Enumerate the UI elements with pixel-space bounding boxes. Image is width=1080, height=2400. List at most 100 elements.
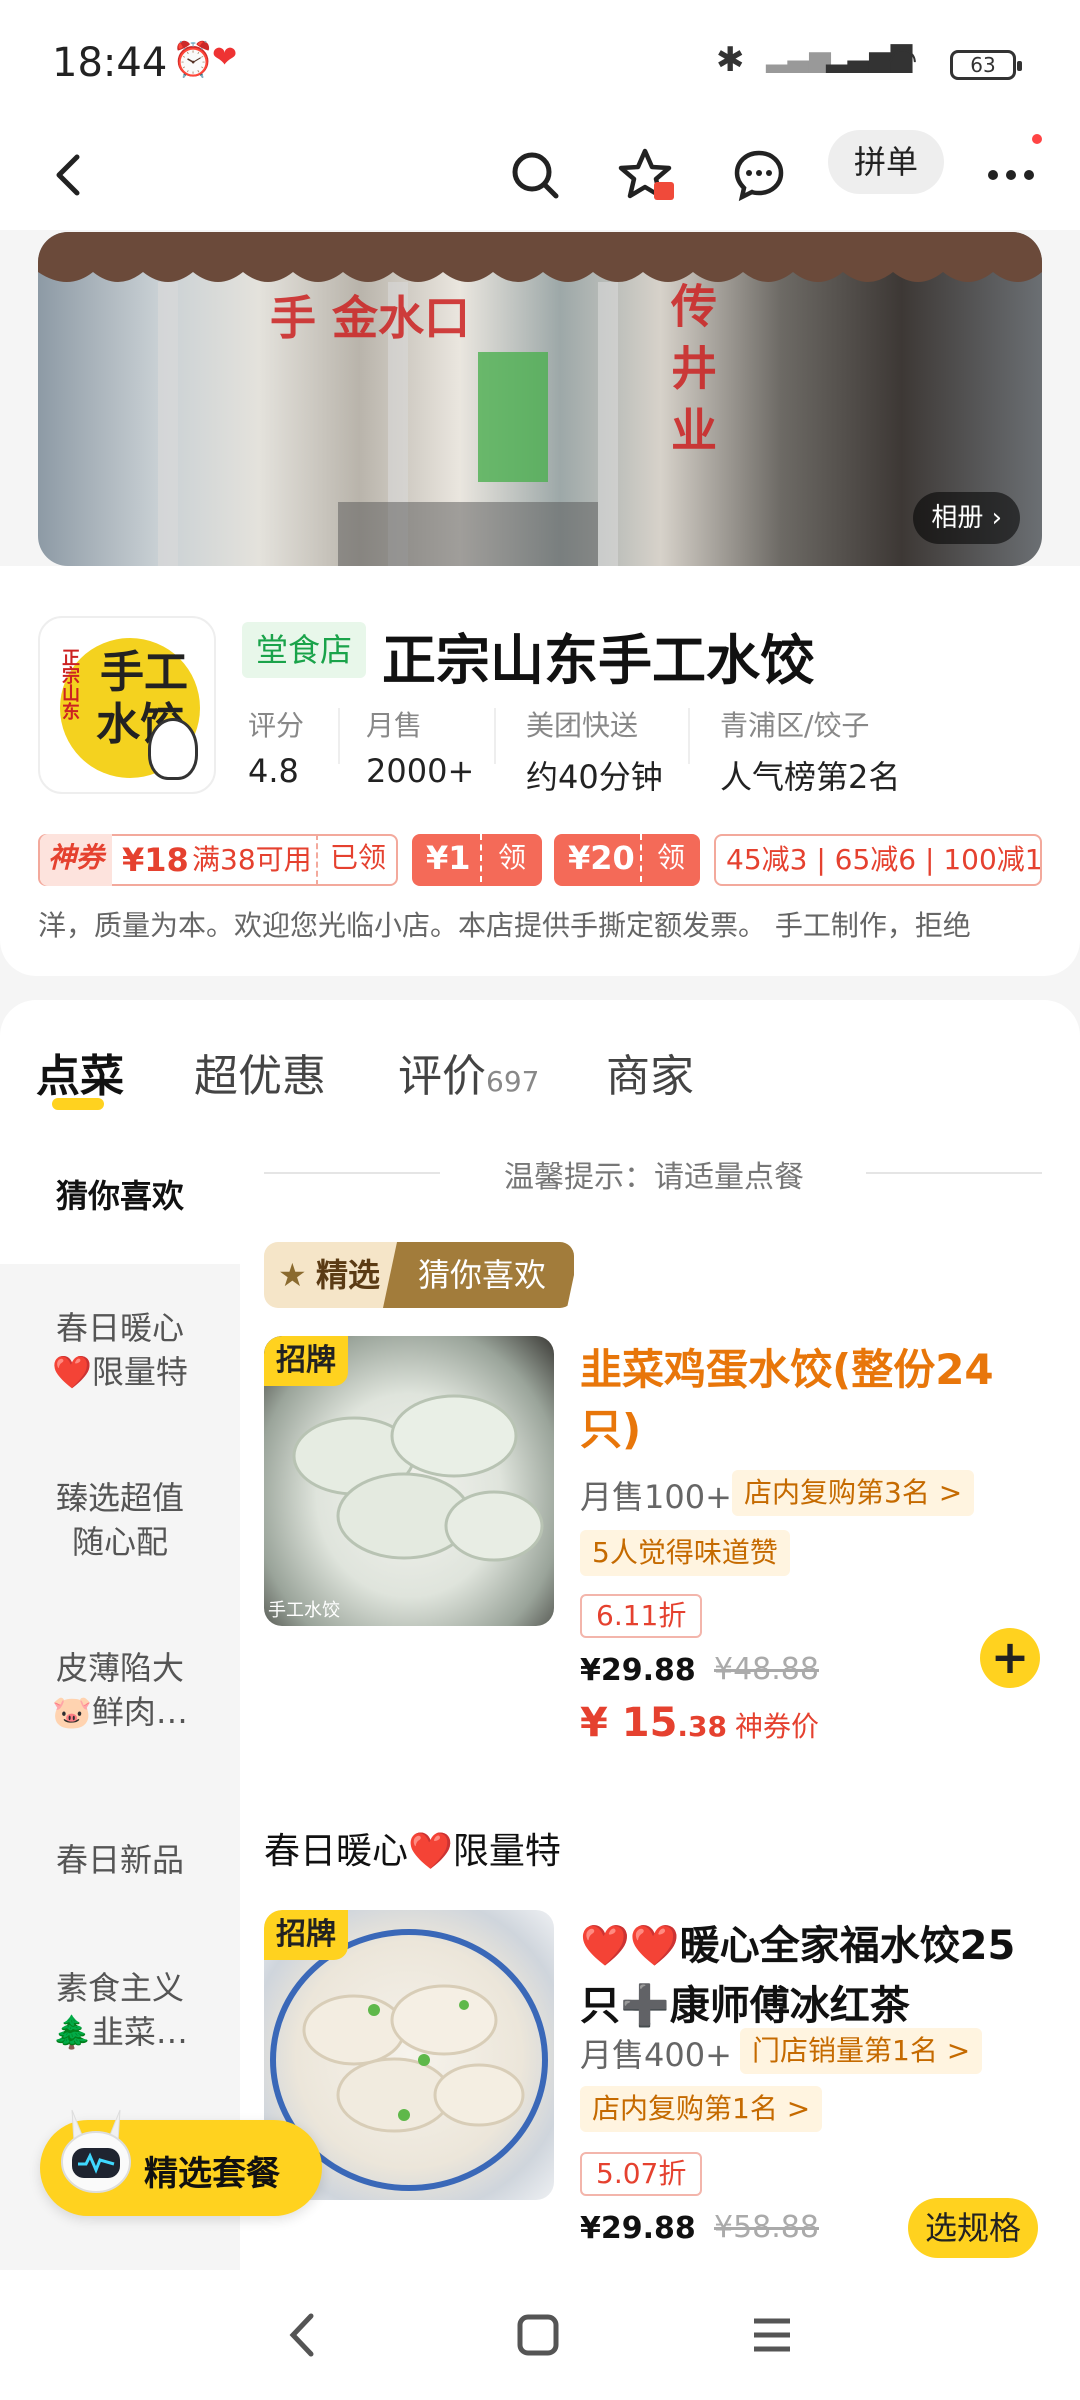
coupon-2[interactable]: ¥20 领 (554, 834, 700, 886)
dish2-original-price: ¥58.88 (714, 2210, 819, 2245)
dish1-original-price: ¥48.88 (714, 1652, 819, 1687)
shop-logo: 手工 水饺 正宗山东 (38, 616, 216, 794)
back-icon[interactable] (34, 140, 104, 210)
select-spec-button[interactable]: 选规格 (908, 2198, 1038, 2258)
featured-combo-label: 精选套餐 (144, 2154, 280, 2194)
dish1-discount: 6.11折 (580, 1594, 703, 1638)
sidebar-item-label: 皮薄陷大 (55, 1649, 184, 1687)
dish1-sold: 月售100+ (580, 1478, 732, 1516)
coupon-2-action: 领 (640, 834, 700, 882)
status-time: 18:44 (52, 40, 168, 86)
sidebar-item-guess[interactable]: 猜你喜欢 (0, 1120, 240, 1264)
sidebar-item-vegetarian[interactable]: 素食主义 🌲韭菜… (0, 1966, 240, 2054)
tab-order[interactable]: 点菜 (36, 1040, 124, 1104)
sidebar-item-label-2: ❤️限量特 (52, 1353, 188, 1391)
shenquan-state: 已领 (316, 834, 398, 886)
section-title-spring: 春日暖心❤️限量特 (264, 1831, 561, 1872)
stat-ranking-label: 青浦区/饺子 (720, 709, 870, 742)
top-nav-bar: 拼单 (0, 120, 1080, 230)
search-icon[interactable] (500, 140, 570, 210)
dish2-rank-repurchase[interactable]: 店内复购第1名 > (580, 2086, 823, 2132)
sidebar-item-new[interactable]: 春日新品 (0, 1838, 240, 1882)
dish1-watermark: 手工水饺 (268, 1600, 340, 1621)
stat-rating-value: 4.8 (248, 752, 299, 790)
store-banner-image[interactable]: 手 金水口 传 井 业 相册 › (38, 232, 1042, 566)
dish1-title[interactable]: 韭菜鸡蛋水饺(整份24只) (580, 1340, 1040, 1460)
wifi-icon: ◠ (888, 40, 918, 80)
dish1-price: ¥29.88 (580, 1653, 696, 1688)
tab-deals[interactable]: 超优惠 (194, 1040, 326, 1104)
chef-icon (148, 718, 198, 780)
app-notification-icon: ❤ (212, 40, 238, 75)
system-menu-icon[interactable] (732, 2300, 812, 2370)
sidebar-item-label: 春日新品 (55, 1841, 184, 1879)
status-bar: 18:44 ⏰ ❤ ✱ ▂▃▅ ▂▃▅▇ ◠ 63 (0, 0, 1080, 120)
system-back-icon[interactable] (262, 2300, 342, 2370)
tab-merchant[interactable]: 商家 (606, 1040, 694, 1104)
stat-sales-value: 2000+ (366, 752, 475, 790)
coupon-1-action: 领 (480, 834, 542, 882)
sidebar-item-label-2: 🐷鲜肉… (52, 1693, 188, 1731)
sidebar-item-value[interactable]: 臻选超值 随心配 (0, 1476, 240, 1564)
sidebar-item-label: 猜你喜欢 (55, 1177, 184, 1215)
sidebar-item-label: 素食主义 (55, 1969, 184, 2007)
coupon-1[interactable]: ¥1 领 (412, 834, 542, 886)
album-button[interactable]: 相册 › (913, 492, 1020, 544)
sidebar-item-label-2: 随心配 (71, 1523, 168, 1561)
full-reduction-discounts[interactable]: 45减3 | 65减6 | 100减15 | (714, 834, 1042, 886)
dish2-sold: 月售400+ (580, 2036, 732, 2074)
banner-sign-left: 手 金水口 (270, 291, 471, 345)
alarm-icon: ⏰ (172, 40, 215, 80)
sidebar-item-pork[interactable]: 皮薄陷大 🐷鲜肉… (0, 1646, 240, 1734)
coupon-1-amount: ¥1 (426, 839, 471, 877)
system-home-icon[interactable] (498, 2300, 578, 2370)
dish1-image[interactable]: 招牌 手工水饺 (264, 1336, 554, 1626)
category-sidebar: 猜你喜欢 春日暖心 ❤️限量特 臻选超值 随心配 皮薄陷大 🐷鲜肉… 春日新品 … (0, 1120, 240, 2270)
favorite-star-icon[interactable] (612, 140, 682, 210)
dish2-rank-sales[interactable]: 门店销量第1名 > (740, 2028, 983, 2074)
notification-dot (1032, 134, 1042, 144)
signal-weak-icon: ▂▃▅ (766, 40, 831, 73)
stat-delivery-label: 美团快送 (526, 709, 639, 742)
stat-ranking-value: 人气榜第2名 (720, 758, 901, 796)
sidebar-item-label: 春日暖心 (55, 1309, 184, 1347)
dish1-voucher-price: ¥ 15.38 神券价 (580, 1700, 820, 1746)
signature-badge: 招牌 (264, 1910, 348, 1960)
tab-bar: 点菜 超优惠 评价697 商家 (0, 1000, 1080, 1120)
dish2-title[interactable]: ❤️❤️暖心全家福水饺25只➕康师傅冰红茶 (580, 1916, 1040, 2036)
tab-reviews-label: 评价 (398, 1051, 486, 1102)
message-icon[interactable] (724, 140, 794, 210)
stat-delivery-value: 约40分钟 (526, 758, 663, 796)
featured-badge: 精选 ★ 猜你喜欢 (264, 1242, 574, 1308)
tab-reviews-count: 697 (486, 1065, 540, 1098)
dine-in-tag: 堂食店 (242, 622, 367, 678)
stat-rating-label: 评分 (248, 709, 305, 742)
sidebar-item-spring[interactable]: 春日暖心 ❤️限量特 (0, 1306, 240, 1394)
logo-side-text: 正宗山东 (59, 648, 80, 720)
stat-sales-label: 月售 (366, 709, 423, 742)
tab-reviews[interactable]: 评价697 (398, 1040, 539, 1104)
shenquan-amount: ¥18 (122, 841, 189, 879)
featured-combo-button[interactable]: 精选套餐 (40, 2109, 322, 2216)
group-order-button[interactable]: 拼单 (828, 130, 944, 194)
shenquan-coupon[interactable]: 神券 ¥18 满38可用 已领 (38, 834, 398, 886)
robot-mascot-icon (61, 2109, 131, 2193)
shenquan-tag: 神券 (40, 834, 112, 886)
coupon-row: 神券 ¥18 满38可用 已领 ¥1 领 ¥20 领 45减3 | 65减6 |… (38, 834, 1042, 886)
order-hint: 温馨提示：请适量点餐 (504, 1160, 804, 1195)
shop-info-card: 手工 水饺 正宗山东 堂食店 正宗山东手工水饺 评分 4.8 月售 2000+ … (0, 566, 1080, 976)
featured-star-icon: ★ (278, 1256, 307, 1294)
tab-active-indicator (52, 1098, 104, 1110)
dish1-praise: 5人觉得味道赞 (580, 1530, 790, 1576)
add-to-cart-button[interactable]: + (980, 1628, 1040, 1688)
dish1-rank[interactable]: 店内复购第3名 > (732, 1470, 975, 1516)
more-icon[interactable] (976, 140, 1046, 210)
menu-content: 猜你喜欢 春日暖心 ❤️限量特 臻选超值 随心配 皮薄陷大 🐷鲜肉… 春日新品 … (0, 1120, 1080, 2270)
shop-name: 正宗山东手工水饺 (382, 629, 814, 692)
featured-section-label: 猜你喜欢 (417, 1256, 546, 1294)
sidebar-item-label-2: 🌲韭菜… (52, 2013, 188, 2051)
shop-notice: 洋，质量为本。欢迎您光临小店。本店提供手撕定额发票。 手工制作，拒绝 (38, 909, 971, 942)
banner-sign-right: 传 井 业 (664, 282, 718, 453)
coupon-2-amount: ¥20 (568, 839, 635, 877)
dish2-price: ¥29.88 (580, 2211, 696, 2246)
